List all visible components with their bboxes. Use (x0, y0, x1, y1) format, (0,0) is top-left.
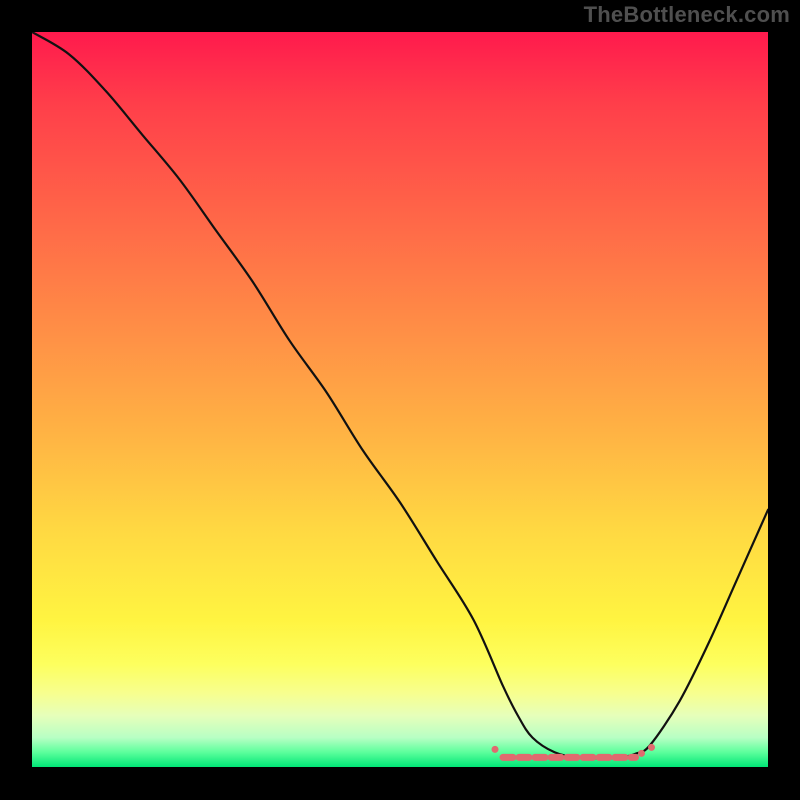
watermark-text: TheBottleneck.com (584, 2, 790, 28)
optimal-marker-dot (492, 746, 499, 753)
curve-svg (32, 32, 768, 767)
chart-frame: TheBottleneck.com (0, 0, 800, 800)
optimal-zone-markers (492, 744, 656, 758)
plot-area (32, 32, 768, 767)
optimal-marker-dot (638, 750, 645, 757)
optimal-marker-dot (648, 744, 655, 751)
bottleneck-curve (32, 32, 768, 758)
